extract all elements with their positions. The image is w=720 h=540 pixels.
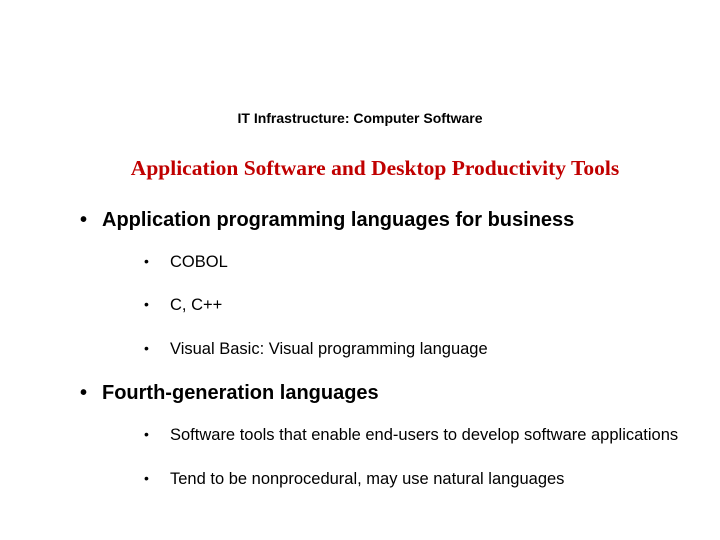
bullet-label: Fourth-generation languages — [102, 382, 379, 404]
bullet-item-1: Application programming languages for bu… — [80, 209, 680, 360]
slide-header: IT Infrastructure: Computer Software — [40, 110, 680, 126]
sub-bullet-item: Visual Basic: Visual programming languag… — [144, 339, 680, 360]
bullet-list: Application programming languages for bu… — [40, 209, 680, 490]
slide-title: Application Software and Desktop Product… — [40, 156, 680, 181]
bullet-item-2: Fourth-generation languages Software too… — [80, 382, 680, 490]
slide: IT Infrastructure: Computer Software App… — [0, 0, 720, 540]
sub-bullet-list: COBOL C, C++ Visual Basic: Visual progra… — [102, 252, 680, 360]
sub-bullet-item: C, C++ — [144, 295, 680, 316]
sub-bullet-list: Software tools that enable end-users to … — [102, 425, 680, 490]
sub-bullet-item: Software tools that enable end-users to … — [144, 425, 680, 446]
sub-bullet-item: COBOL — [144, 252, 680, 273]
bullet-label: Application programming languages for bu… — [102, 209, 574, 231]
sub-bullet-item: Tend to be nonprocedural, may use natura… — [144, 469, 680, 490]
